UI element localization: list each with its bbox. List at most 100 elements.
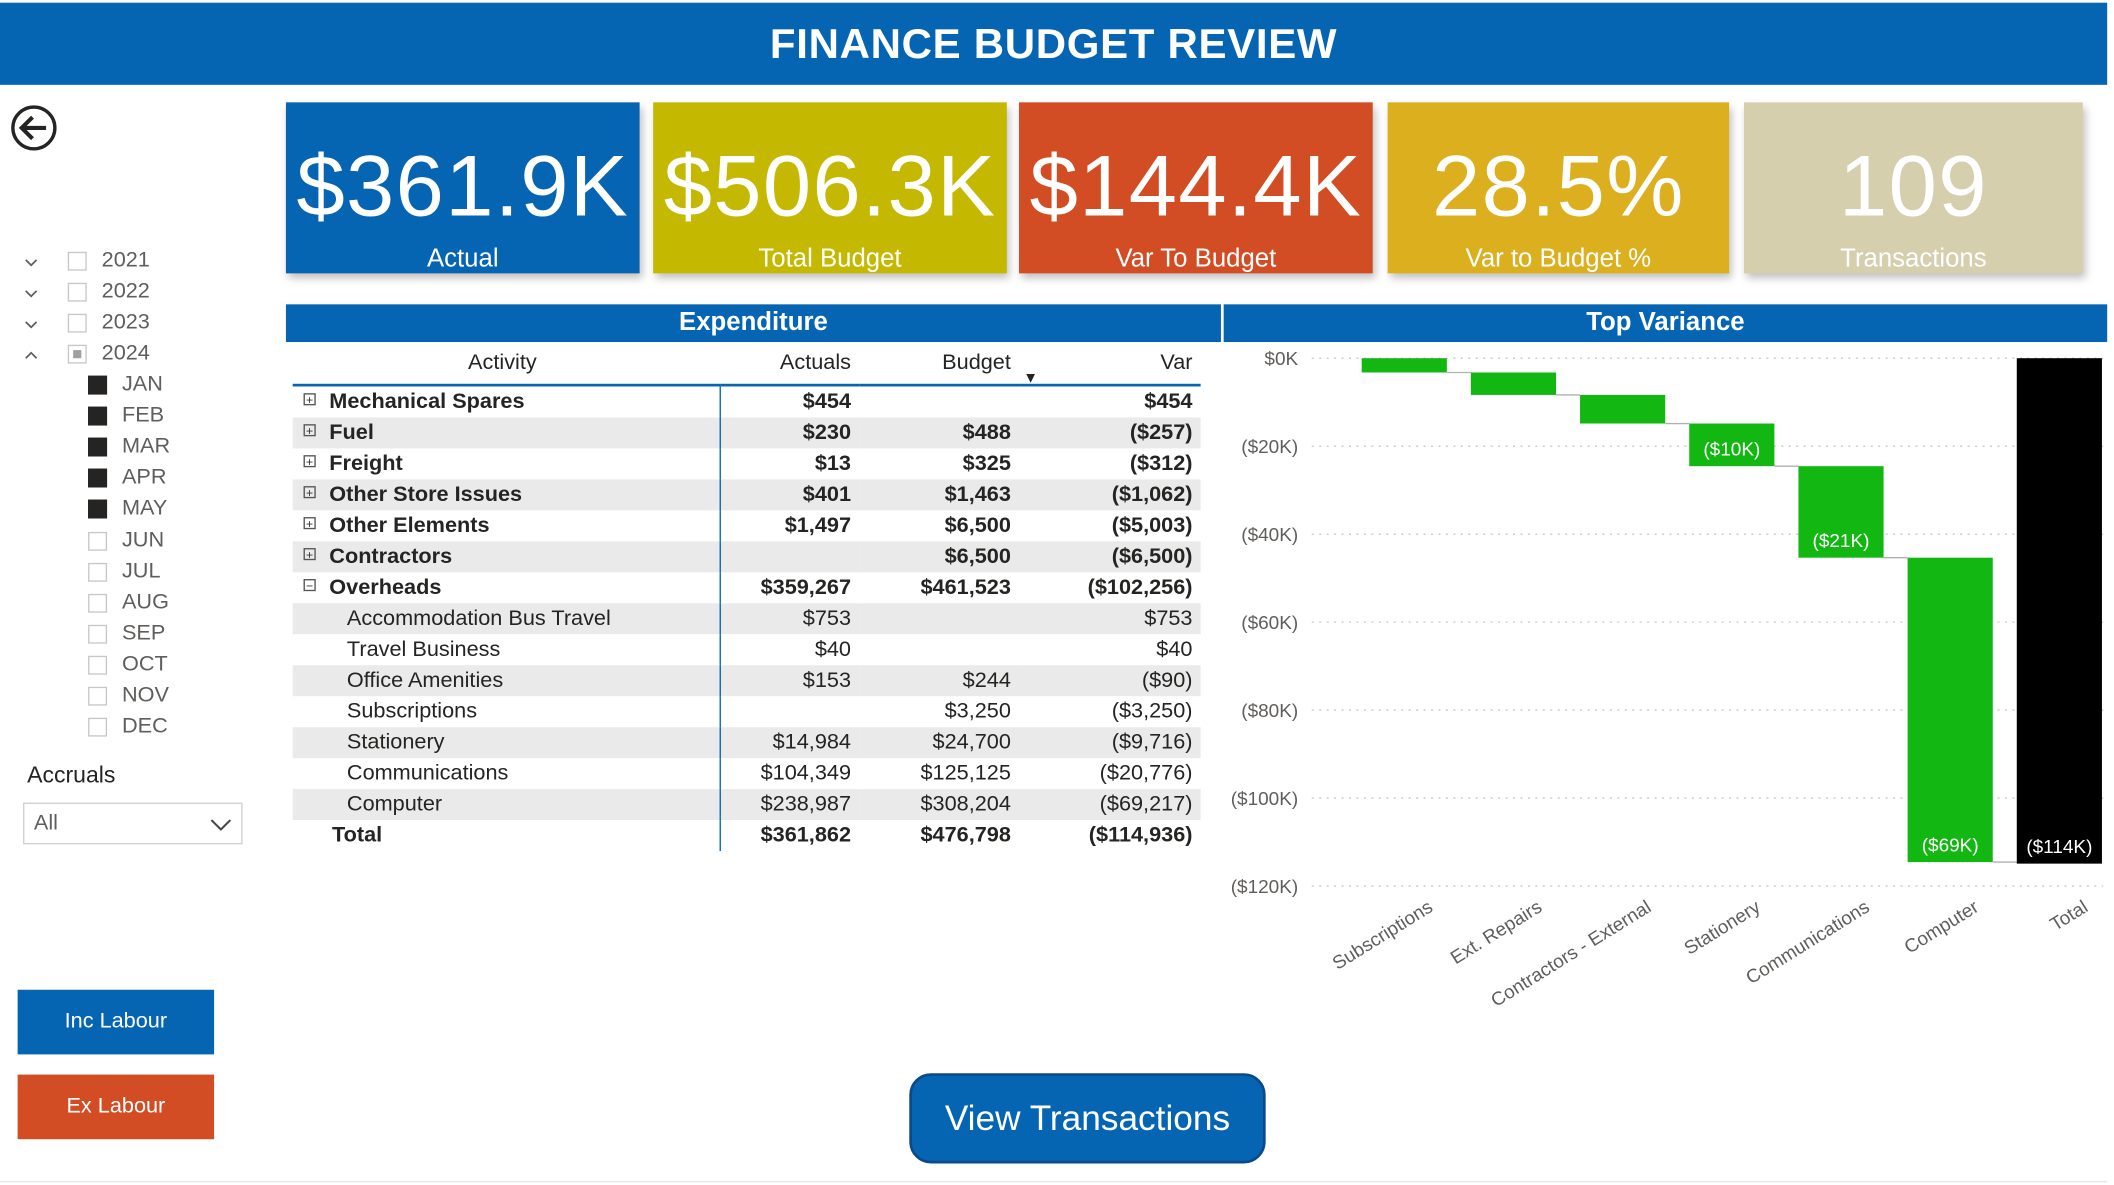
y-tick-label: $0K <box>1264 349 1298 370</box>
slicer-month-apr[interactable]: APR <box>88 464 167 494</box>
checkbox[interactable] <box>88 593 108 613</box>
chevron-down-icon[interactable] <box>24 285 38 298</box>
checkbox[interactable] <box>88 686 108 706</box>
checkbox[interactable] <box>88 717 108 737</box>
slicer-year-2021[interactable]: 2021 <box>24 246 150 276</box>
activity-cell: + Other Store Issues <box>292 479 721 511</box>
checkbox[interactable] <box>67 313 87 333</box>
activity-cell: Stationery <box>292 727 721 759</box>
slicer-month-feb[interactable]: FEB <box>88 401 164 431</box>
actuals-cell <box>720 696 859 727</box>
activity-label: Mechanical Spares <box>329 389 525 413</box>
checkbox[interactable] <box>67 251 87 271</box>
slicer-month-oct[interactable]: OCT <box>88 650 168 680</box>
total-actuals-cell: $361,862 <box>760 823 852 847</box>
y-tick-label: ($60K) <box>1241 613 1298 634</box>
chevron-down-icon <box>209 812 233 851</box>
checkbox[interactable] <box>88 375 108 395</box>
activity-cell: + Freight <box>292 448 721 480</box>
x-tick-label: Total <box>2047 897 2092 936</box>
matrix-row: Subscriptions $3,250 ($3,250) <box>292 696 1201 728</box>
slicer-month-may[interactable]: MAY <box>88 495 167 525</box>
page-title: FINANCE BUDGET REVIEW <box>0 2 2108 85</box>
var-cell: ($6,500) <box>1019 541 1201 573</box>
inc-labour-button[interactable]: Inc Labour <box>17 989 215 1055</box>
kpi-card-actual: $361.9K Actual <box>285 102 640 273</box>
checkbox[interactable] <box>88 624 108 644</box>
chevron-down-icon[interactable] <box>24 316 38 329</box>
activity-label: Contractors <box>329 544 453 568</box>
total-label: Total <box>292 820 721 852</box>
slicer-month-nov[interactable]: NOV <box>88 681 169 711</box>
kpi-card-total-budget: $506.3K Total Budget <box>653 102 1007 273</box>
slicer-month-label: MAR <box>121 435 171 459</box>
data-label: ($10K) <box>1703 439 1760 460</box>
budget-cell: $6,500 <box>859 541 1020 573</box>
view-transactions-button[interactable]: View Transactions <box>909 1073 1266 1164</box>
total-budget-cell: $476,798 <box>920 823 1011 847</box>
activity-label: Fuel <box>329 420 374 444</box>
checkbox[interactable] <box>88 500 108 519</box>
slicer-month-jul[interactable]: JUL <box>88 557 161 587</box>
actuals-cell: $40 <box>814 637 852 661</box>
slicer-month-jan[interactable]: JAN <box>88 370 163 400</box>
checkbox[interactable] <box>67 282 87 302</box>
matrix-row: Computer $238,987 $308,204 ($69,217) <box>292 789 1201 821</box>
slicer-year-2022[interactable]: 2022 <box>24 277 150 307</box>
slicer-month-jun[interactable]: JUN <box>88 526 164 556</box>
activity-label: Other Elements <box>329 513 490 537</box>
waterfall-bar <box>1361 358 1447 373</box>
slicer-year-label: 2023 <box>101 311 150 334</box>
expand-icon[interactable]: + <box>303 516 316 530</box>
expand-icon[interactable]: + <box>303 454 316 468</box>
chevron-up-icon[interactable] <box>24 347 38 360</box>
checkbox[interactable] <box>88 562 108 582</box>
x-tick-label: Stationery <box>1681 896 1765 959</box>
back-arrow-icon[interactable] <box>11 105 57 151</box>
y-tick-label: ($20K) <box>1241 437 1298 458</box>
var-cell: ($20,776) <box>1099 761 1193 785</box>
column-header-budget[interactable]: Budget ▼ <box>859 343 1038 387</box>
budget-cell: $325 <box>962 451 1011 475</box>
kpi-value-total-budget: $506.3K <box>663 137 997 235</box>
slicer-month-label: MAY <box>121 497 168 521</box>
expand-icon[interactable]: + <box>303 485 316 499</box>
collapse-icon[interactable]: − <box>303 578 316 592</box>
kpi-value-var-to-budget: $144.4K <box>1029 137 1363 235</box>
activity-cell: + Other Elements <box>292 510 721 542</box>
x-tick-label: Communications <box>1743 897 1874 989</box>
activity-label: Accommodation Bus Travel <box>346 606 611 630</box>
expand-icon[interactable]: + <box>303 547 316 561</box>
slicer-year-2024[interactable]: 2024 <box>24 339 150 369</box>
slicer-month-sep[interactable]: SEP <box>88 619 165 649</box>
budget-cell: $125,125 <box>920 761 1011 785</box>
column-header-actuals[interactable]: Actuals <box>720 343 860 387</box>
kpi-label-transactions: Transactions <box>1840 245 1987 274</box>
accruals-dropdown[interactable]: All <box>23 802 243 845</box>
checkbox[interactable] <box>88 469 108 488</box>
expand-icon[interactable]: + <box>303 423 316 437</box>
checkbox[interactable] <box>88 406 108 426</box>
slicer-year-2023[interactable]: 2023 <box>24 308 150 338</box>
checkbox[interactable] <box>88 531 108 551</box>
report-canvas: FINANCE BUDGET REVIEW $361.9K Actual $506.… <box>0 0 2114 1185</box>
checkbox[interactable] <box>88 655 108 675</box>
slicer-month-dec[interactable]: DEC <box>88 712 168 742</box>
var-cell: ($90) <box>1019 665 1201 697</box>
activity-label: Travel Business <box>346 637 501 661</box>
matrix-row: + Other Store Issues $401 $1,463 ($1,062) <box>292 479 1201 511</box>
checkbox[interactable] <box>88 437 108 457</box>
slicer-month-label: OCT <box>121 652 168 676</box>
slicer-month-aug[interactable]: AUG <box>88 588 169 618</box>
kpi-card-var-to-budget: $144.4K Var To Budget <box>1019 102 1373 273</box>
ex-labour-button[interactable]: Ex Labour <box>17 1074 215 1140</box>
activity-label: Computer <box>346 792 443 816</box>
chevron-down-icon[interactable] <box>24 255 38 268</box>
data-label: ($21K) <box>1813 531 1870 552</box>
activity-cell: Office Amenities <box>292 665 721 697</box>
column-header-activity[interactable]: Activity <box>292 343 721 387</box>
checkbox[interactable] <box>67 344 87 364</box>
column-header-var[interactable]: Var <box>1019 343 1201 387</box>
slicer-month-mar[interactable]: MAR <box>88 433 170 463</box>
expand-icon[interactable]: + <box>303 392 316 406</box>
